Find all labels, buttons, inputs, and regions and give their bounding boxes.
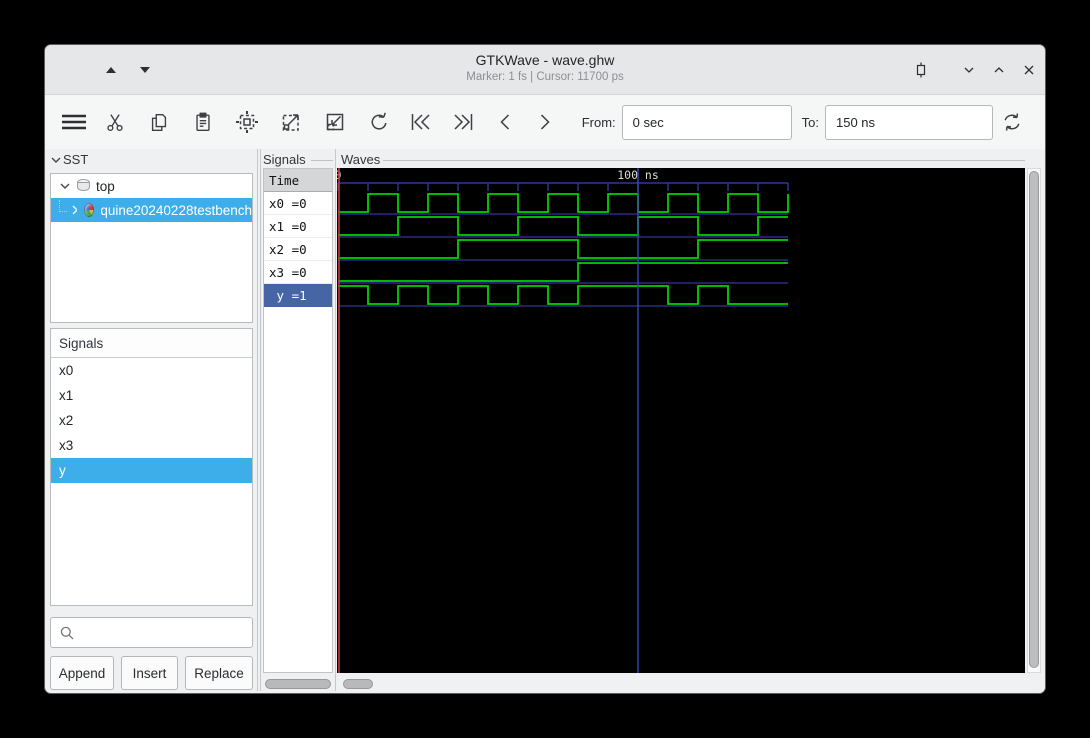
titlebar[interactable]: GTKWave - wave.ghw Marker: 1 fs | Cursor… — [45, 45, 1045, 95]
chevron-down-icon[interactable] — [60, 182, 70, 190]
search-icon — [60, 626, 74, 639]
cut-icon — [104, 111, 126, 133]
cut-button[interactable] — [96, 102, 134, 142]
wave-hscrollbar[interactable] — [337, 678, 1039, 690]
skip-to-end-icon — [450, 110, 476, 134]
signals-list-item-y[interactable]: y — [51, 458, 252, 483]
copy-button[interactable] — [140, 102, 178, 142]
frame-line — [383, 160, 1025, 161]
maximize-button[interactable] — [987, 59, 1011, 81]
paste-button[interactable] — [184, 102, 222, 142]
step-forward-icon — [535, 110, 555, 134]
step-back-icon — [495, 110, 515, 134]
zoom-in-icon — [279, 110, 303, 134]
waveform-plot[interactable]: 0100 ns — [335, 168, 1025, 673]
signal-search-box[interactable] — [50, 617, 253, 648]
title-area: GTKWave - wave.ghw Marker: 1 fs | Cursor… — [45, 52, 1045, 83]
scrollbar-thumb[interactable] — [1029, 171, 1039, 668]
chevron-down-icon — [51, 157, 61, 163]
database-icon — [77, 179, 90, 193]
signals-list-item-x0[interactable]: x0 — [51, 358, 252, 383]
from-label: From: — [581, 114, 616, 130]
chevron-up-icon — [994, 67, 1004, 73]
wave-name-row[interactable]: y =1 — [264, 284, 332, 307]
to-label: To: — [801, 114, 819, 130]
sst-label: SST — [63, 152, 89, 167]
gtkwave-window: GTKWave - wave.ghw Marker: 1 fs | Cursor… — [44, 44, 1046, 694]
pane-splitter[interactable] — [260, 149, 261, 691]
frame-line — [311, 160, 333, 161]
wave-name-row[interactable]: x3 =0 — [264, 261, 332, 284]
signals-list-item-x2[interactable]: x2 — [51, 408, 252, 433]
scrollbar-thumb[interactable] — [343, 679, 373, 689]
insert-button[interactable]: Insert — [121, 656, 178, 690]
tree-row-top[interactable]: top — [51, 174, 252, 198]
zoom-undo-button[interactable] — [360, 102, 398, 142]
toolbar: From: To: — [45, 95, 1045, 149]
zoom-out-button[interactable] — [316, 102, 354, 142]
pane-splitter[interactable] — [335, 149, 336, 691]
zoom-in-button[interactable] — [272, 102, 310, 142]
wave-name-row[interactable]: x0 =0 — [264, 192, 332, 215]
restore-button[interactable] — [909, 59, 933, 81]
chevron-down-icon — [964, 67, 974, 73]
name-panel-hscrollbar[interactable] — [263, 678, 333, 690]
wave-name-row[interactable]: x1 =0 — [264, 215, 332, 238]
reload-icon — [1000, 110, 1024, 134]
waves-frame-label: Waves — [341, 152, 381, 167]
chevron-right-icon[interactable] — [71, 205, 77, 215]
signals-list-item-x1[interactable]: x1 — [51, 383, 252, 408]
marker-cursor-status: Marker: 1 fs | Cursor: 11700 ps — [466, 71, 624, 83]
zoom-undo-icon — [367, 110, 391, 134]
sst-tree[interactable]: top quine20240228testbench — [50, 173, 253, 323]
menu-icon — [59, 110, 89, 134]
menu-button[interactable] — [55, 102, 93, 142]
to-input[interactable] — [825, 104, 993, 140]
restore-icon — [916, 62, 926, 78]
step-forward-button[interactable] — [526, 102, 564, 142]
module-icon — [83, 203, 95, 217]
time-header[interactable]: Time — [264, 169, 332, 192]
zoom-out-icon — [323, 110, 347, 134]
signals-list-item-x3[interactable]: x3 — [51, 433, 252, 458]
tree-top-label: top — [96, 178, 115, 194]
pane-splitter[interactable] — [257, 149, 258, 691]
skip-to-start-icon — [408, 110, 434, 134]
wave-name-panel[interactable]: Time x0 =0 x1 =0 x2 =0 x3 =0 y =1 — [263, 168, 333, 673]
close-button[interactable] — [1017, 59, 1041, 81]
scrollbar-thumb[interactable] — [265, 679, 331, 689]
minimize-button[interactable] — [957, 59, 981, 81]
skip-to-start-button[interactable] — [402, 102, 440, 142]
zoom-fit-icon — [235, 110, 259, 134]
step-back-button[interactable] — [486, 102, 524, 142]
window-title: GTKWave - wave.ghw — [475, 52, 615, 68]
reload-button[interactable] — [993, 102, 1031, 142]
wave-name-row[interactable]: x2 =0 — [264, 238, 332, 261]
copy-icon — [148, 111, 170, 133]
tree-row-testbench[interactable]: quine20240228testbench — [51, 198, 252, 222]
skip-to-end-button[interactable] — [444, 102, 482, 142]
tree-guide — [59, 200, 67, 212]
replace-button[interactable]: Replace — [185, 656, 253, 690]
paste-icon — [192, 111, 214, 133]
wave-signals-frame-label: Signals — [263, 152, 306, 167]
signals-list-header: Signals — [51, 329, 252, 358]
from-input[interactable] — [621, 104, 792, 140]
sst-expander[interactable]: SST — [51, 152, 88, 167]
wave-vscrollbar[interactable] — [1027, 168, 1041, 673]
wave-canvas[interactable]: 0100 ns — [335, 168, 1025, 673]
zoom-fit-button[interactable] — [228, 102, 266, 142]
main-area: SST top quine20240228testbench Signals x… — [45, 149, 1045, 693]
signals-list-panel: Signals x0 x1 x2 x3 y — [50, 328, 253, 606]
tree-testbench-label: quine20240228testbench — [100, 202, 252, 218]
close-icon — [1024, 65, 1034, 75]
append-button[interactable]: Append — [50, 656, 114, 690]
